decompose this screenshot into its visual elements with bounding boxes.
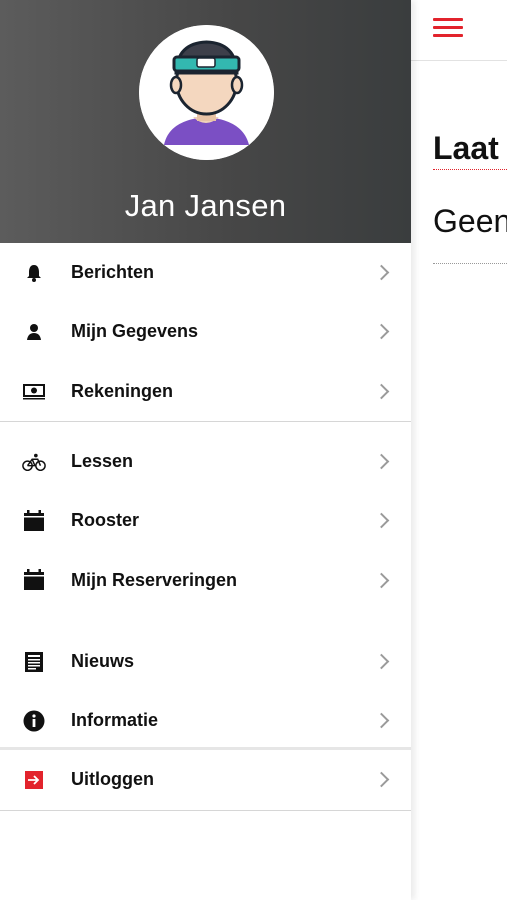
menu-item-berichten[interactable]: Berichten bbox=[0, 243, 411, 302]
chevron-right-icon bbox=[373, 453, 390, 470]
bell-icon bbox=[22, 261, 46, 285]
hamburger-menu-icon[interactable] bbox=[433, 18, 463, 38]
menu-group-lessons: Lessen Rooster Mijn Reserveringen bbox=[0, 422, 411, 612]
main-content: Laat Geen bbox=[411, 0, 507, 900]
menu-item-label: Mijn Gegevens bbox=[71, 321, 199, 342]
avatar-illustration-icon bbox=[139, 25, 274, 160]
chevron-right-icon bbox=[373, 572, 390, 588]
menu-item-label: Mijn Reserveringen bbox=[71, 569, 238, 590]
person-icon bbox=[22, 320, 46, 344]
info-icon bbox=[22, 709, 46, 733]
chevron-right-icon bbox=[373, 264, 390, 281]
menu-item-informatie[interactable]: Informatie bbox=[0, 691, 411, 750]
menu-item-label: Lessen bbox=[71, 451, 134, 472]
bicycle-icon bbox=[22, 450, 46, 474]
menu-item-lessen[interactable]: Lessen bbox=[0, 432, 411, 491]
avatar[interactable] bbox=[139, 25, 274, 160]
menu-group-account: Berichten Mijn Gegevens Rekeningen bbox=[0, 243, 411, 422]
menu-item-rooster[interactable]: Rooster bbox=[0, 491, 411, 550]
menu-item-label: Berichten bbox=[71, 262, 155, 283]
money-icon bbox=[22, 379, 46, 403]
menu-item-nieuws[interactable]: Nieuws bbox=[0, 632, 411, 691]
menu-item-label: Uitloggen bbox=[71, 769, 154, 790]
empty-message: Geen bbox=[433, 203, 507, 239]
menu-item-label: Nieuws bbox=[71, 651, 135, 672]
calendar-icon bbox=[22, 568, 46, 592]
calendar-icon bbox=[22, 509, 46, 533]
title-underline bbox=[433, 169, 507, 170]
user-name: Jan Jansen bbox=[124, 188, 287, 223]
chevron-right-icon bbox=[373, 513, 390, 529]
chevron-right-icon bbox=[373, 653, 390, 670]
menu-item-label: Informatie bbox=[71, 710, 159, 731]
menu-group-info: Nieuws Informatie bbox=[0, 612, 411, 750]
menu-item-mijn-reserveringen[interactable]: Mijn Reserveringen bbox=[0, 550, 411, 609]
menu-item-label: Rekeningen bbox=[71, 380, 174, 401]
newspaper-icon bbox=[22, 650, 46, 674]
menu-item-label: Rooster bbox=[71, 510, 140, 531]
menu-item-uitloggen[interactable]: Uitloggen bbox=[0, 750, 411, 810]
logout-icon bbox=[22, 768, 46, 792]
chevron-right-icon bbox=[373, 713, 390, 729]
menu-group-logout: Uitloggen bbox=[0, 750, 411, 811]
chevron-right-icon bbox=[373, 383, 390, 400]
empty-underline bbox=[433, 263, 507, 264]
navigation-drawer: Jan Jansen Berichten Mijn Gegevens Reken… bbox=[0, 0, 411, 900]
menu-item-mijn-gegevens[interactable]: Mijn Gegevens bbox=[0, 302, 411, 361]
profile-header: Jan Jansen bbox=[0, 0, 411, 243]
top-bar bbox=[411, 0, 507, 61]
chevron-right-icon bbox=[373, 772, 390, 788]
chevron-right-icon bbox=[373, 324, 390, 340]
menu-item-rekeningen[interactable]: Rekeningen bbox=[0, 362, 411, 421]
page-title: Laat bbox=[433, 130, 499, 166]
